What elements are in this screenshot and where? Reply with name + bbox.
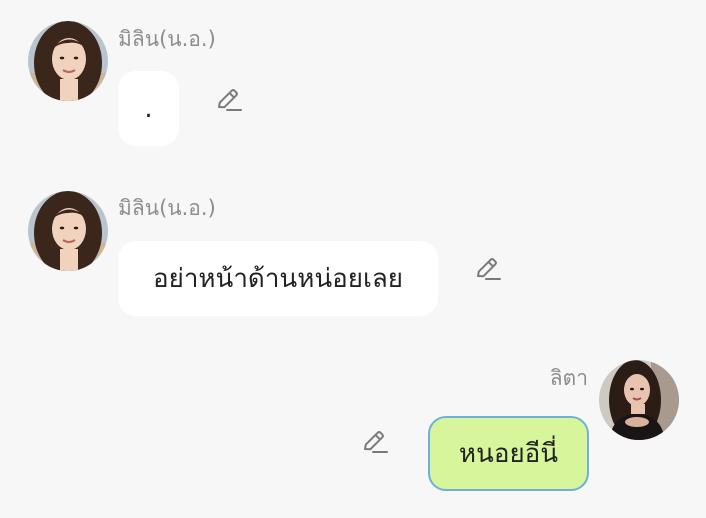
avatar-milin-image	[28, 21, 108, 101]
avatar-milin[interactable]	[28, 21, 108, 101]
message-bubble[interactable]: .	[118, 71, 179, 146]
sender-name: มิลิน(น.อ.)	[118, 196, 216, 220]
pencil-icon[interactable]	[359, 427, 389, 457]
avatar-lita-image	[599, 360, 679, 440]
avatar-milin-image	[28, 191, 108, 271]
avatar-milin[interactable]	[28, 191, 108, 271]
message-bubble[interactable]: อย่าหน้าด้านหน่อยเลย	[118, 241, 438, 316]
pencil-icon[interactable]	[213, 85, 243, 115]
sender-name: มิลิน(น.อ.)	[118, 27, 216, 51]
message-bubble-own[interactable]: หนอยอีนี่	[428, 416, 589, 491]
pencil-icon[interactable]	[472, 254, 502, 284]
avatar-lita[interactable]	[599, 360, 679, 440]
sender-name: ลิตา	[549, 366, 588, 390]
